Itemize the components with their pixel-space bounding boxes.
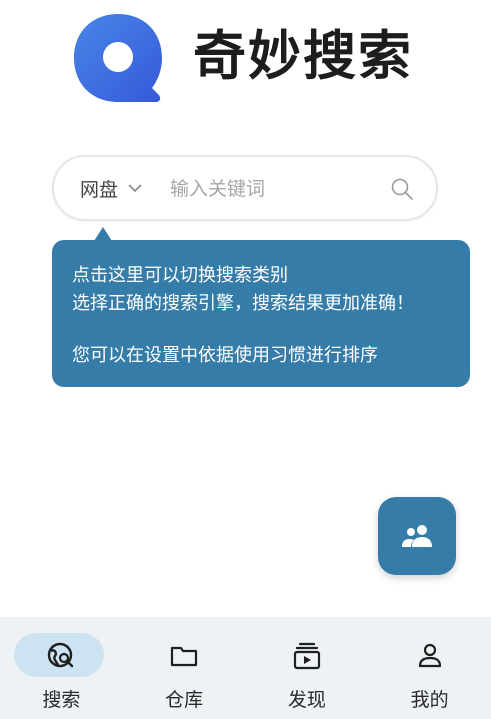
nav-item-discover[interactable]: 发现 [246,617,369,719]
folder-icon [171,646,198,667]
nav-item-mine[interactable]: 我的 [368,617,491,719]
chevron-down-icon [128,184,142,193]
search-bar: 网盘 [52,155,438,221]
tooltip-line-3: 您可以在设置中依据使用习惯进行排序 [72,345,378,366]
nav-item-search[interactable]: 搜索 [0,617,123,719]
tooltip-arrow [94,227,112,241]
search-input[interactable] [168,170,382,208]
nav-label-search: 搜索 [42,689,81,711]
logo-icon [74,14,162,102]
person-icon [418,643,441,668]
category-label: 网盘 [80,178,119,201]
category-tip-tooltip: 点击这里可以切换搜索类别 选择正确的搜索引擎，搜索结果更加准确！ 您可以在设置中… [52,240,470,387]
nav-item-repository[interactable]: 仓库 [123,617,246,719]
bottom-navigation: 搜索 仓库 发现 我的 [0,617,491,719]
tooltip-line-1: 点击这里可以切换搜索类别 [72,265,288,286]
app-title: 奇妙搜索 [193,26,413,87]
app-logo [72,12,164,104]
nav-label-mine: 我的 [410,689,449,711]
category-dropdown[interactable]: 网盘 [80,157,142,219]
search-icon[interactable] [390,177,414,201]
search-globe-icon [48,642,74,668]
tooltip-line-2: 选择正确的搜索引擎，搜索结果更加准确！ [72,293,414,314]
video-collection-icon [293,642,320,670]
nav-label-repository: 仓库 [165,689,204,711]
people-icon [402,525,432,547]
nav-label-discover: 发现 [287,689,326,711]
community-fab-button[interactable] [378,497,456,575]
